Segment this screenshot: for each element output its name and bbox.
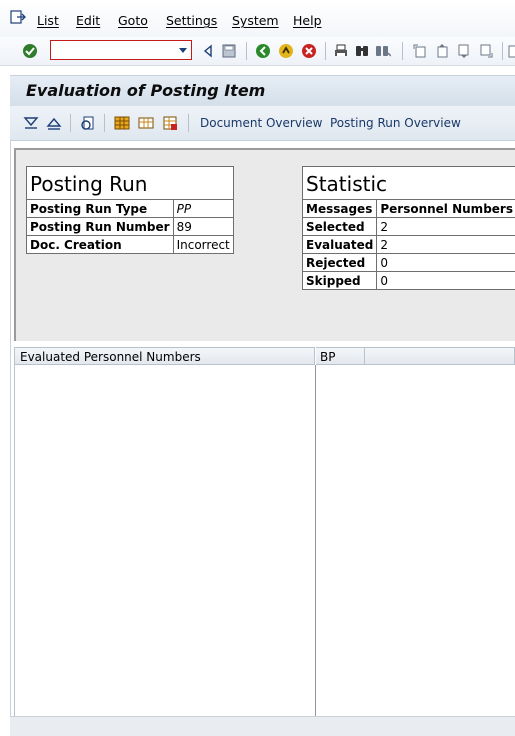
posting-run-type-value: PP [173, 200, 233, 218]
application-toolbar: Document Overview Posting Run Overview [10, 106, 515, 141]
evaluated-value: 2 [377, 236, 515, 254]
doc-creation-label: Doc. Creation [27, 236, 174, 254]
posting-run-overview-button[interactable]: Posting Run Overview [330, 116, 461, 130]
exit-icon[interactable] [278, 43, 294, 59]
collapse-all-icon[interactable] [46, 115, 62, 131]
detail-icon[interactable] [80, 115, 96, 131]
enter-icon[interactable] [22, 43, 38, 59]
table-view-icon[interactable] [114, 115, 130, 131]
rejected-label: Rejected [303, 254, 377, 272]
menu-help[interactable]: Help [293, 13, 322, 28]
evaluated-label: Evaluated [303, 236, 377, 254]
posting-run-number-value: 89 [173, 218, 233, 236]
print-icon[interactable] [333, 43, 349, 59]
frame-edge [10, 140, 11, 716]
toolbar-divider [246, 42, 247, 60]
posting-run-type-label: Posting Run Type [27, 200, 174, 218]
doc-creation-value: Incorrect [173, 236, 233, 254]
summary-panel: Posting Run Posting Run Type PP Posting … [14, 148, 515, 341]
bp-tree-area[interactable] [316, 365, 515, 716]
toolbar-divider [70, 114, 71, 132]
selected-label: Selected [303, 218, 377, 236]
back-icon[interactable] [200, 43, 216, 59]
menu-list[interactable]: List [37, 13, 59, 28]
bp-column-header-area: BP [316, 347, 515, 365]
previous-page-icon[interactable] [434, 43, 450, 59]
evaluated-personnel-column-header[interactable]: Evaluated Personnel Numbers [14, 347, 315, 365]
selected-value: 2 [377, 218, 515, 236]
next-page-icon[interactable] [456, 43, 472, 59]
personnel-tree-area[interactable] [14, 365, 316, 716]
toolbar-divider [104, 114, 105, 132]
rejected-value: 0 [377, 254, 515, 272]
toolbar-divider [325, 42, 326, 60]
command-field[interactable] [50, 40, 192, 60]
bp-column-header[interactable]: BP [316, 348, 365, 364]
column-layout-icon[interactable] [138, 115, 154, 131]
menu-system[interactable]: System [232, 13, 279, 28]
toolbar-divider [188, 114, 189, 132]
back-green-icon[interactable] [255, 43, 271, 59]
status-bar [10, 716, 515, 736]
standard-toolbar [0, 37, 515, 66]
statistic-header: Statistic [303, 167, 515, 200]
new-session-icon[interactable] [508, 43, 515, 59]
menu-settings[interactable]: Settings [166, 13, 217, 28]
chevron-down-icon[interactable] [179, 48, 187, 53]
save-icon[interactable] [221, 43, 237, 59]
find-icon[interactable] [354, 43, 370, 59]
menu-bar: List Edit Goto Settings System Help [0, 0, 515, 37]
system-menu-icon[interactable] [10, 10, 26, 24]
statistic-col-messages: Messages [303, 200, 377, 218]
document-overview-button[interactable]: Document Overview [200, 116, 322, 130]
layout-settings-icon[interactable] [162, 115, 178, 131]
cancel-icon[interactable] [301, 43, 317, 59]
skipped-label: Skipped [303, 272, 377, 290]
last-page-icon[interactable] [478, 43, 494, 59]
toolbar-divider [502, 42, 503, 60]
posting-run-header: Posting Run [27, 167, 234, 200]
statistic-col-personnel: Personnel Numbers [377, 200, 515, 218]
posting-run-number-label: Posting Run Number [27, 218, 174, 236]
find-next-icon[interactable] [375, 43, 391, 59]
first-page-icon[interactable] [412, 43, 428, 59]
statistic-box: Statistic Messages Personnel Numbers Sel… [302, 166, 515, 290]
page-title: Evaluation of Posting Item [26, 81, 265, 100]
title-bar: Evaluation of Posting Item [10, 75, 515, 106]
menu-edit[interactable]: Edit [76, 13, 100, 28]
expand-all-icon[interactable] [23, 115, 39, 131]
toolbar-divider [402, 42, 403, 60]
skipped-value: 0 [377, 272, 515, 290]
posting-run-box: Posting Run Posting Run Type PP Posting … [26, 166, 234, 254]
menu-goto[interactable]: Goto [118, 13, 148, 28]
